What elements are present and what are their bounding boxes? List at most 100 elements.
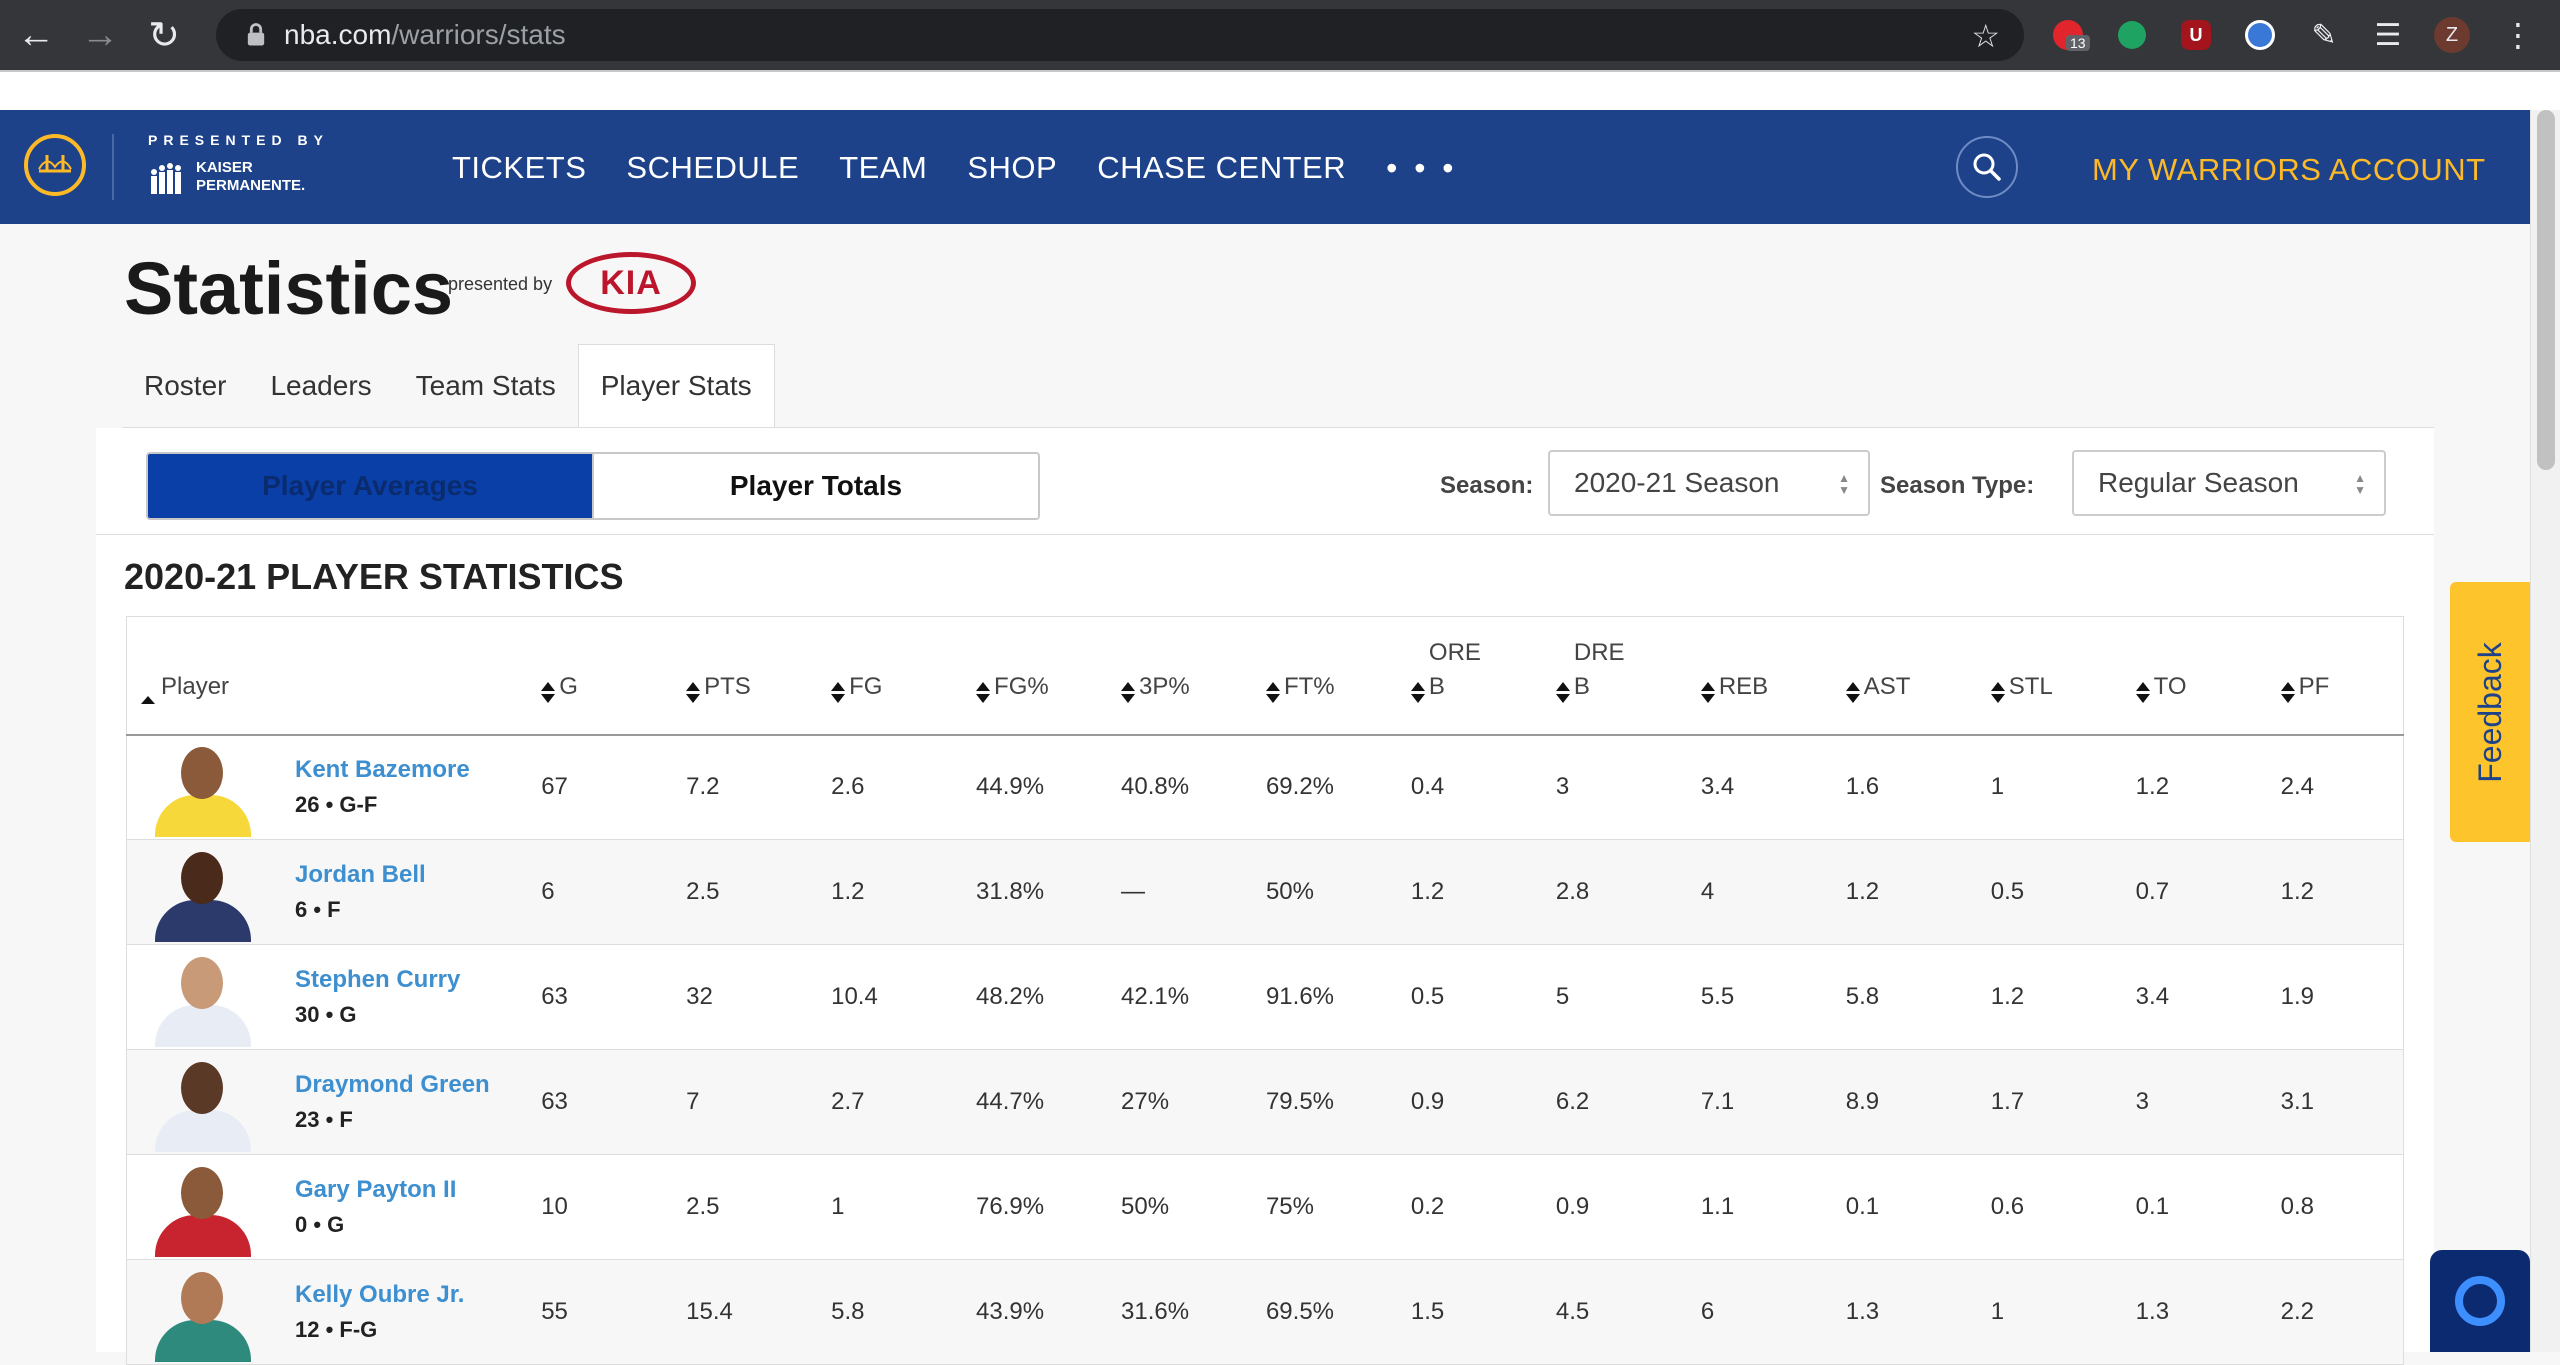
stat-cell-3p-pct: 50% — [1115, 1154, 1260, 1260]
stat-cell-dreb: 4.5 — [1549, 1259, 1695, 1365]
column-header-pf[interactable]: PF — [2274, 616, 2404, 736]
table-header-row: Player G PTS FG FG% 3P% FT% ORE B DRE B REB AST STL… — [126, 616, 2404, 736]
stat-cell-oreb: 1.5 — [1404, 1259, 1550, 1365]
sort-icon — [686, 681, 701, 704]
column-label: FG% — [994, 672, 1049, 700]
media-queue-icon[interactable]: ☰ — [2370, 17, 2406, 53]
site-header: PRESENTED BY KAISER PERMANENTE. TICKETS S… — [0, 110, 2530, 224]
player-number-position: 26 • G-F — [295, 792, 378, 818]
sort-icon — [1845, 681, 1860, 704]
address-bar[interactable]: nba.com/warriors/stats ☆ — [216, 9, 2024, 61]
column-header-pts[interactable]: PTS — [680, 616, 826, 736]
stat-cell-3p-pct: 27% — [1115, 1049, 1260, 1155]
player-number-position: 6 • F — [295, 897, 341, 922]
column-header-fg-pct[interactable]: FG% — [970, 616, 1115, 736]
forward-icon[interactable]: → — [72, 7, 128, 63]
feedback-tab[interactable]: Feedback — [2450, 582, 2530, 842]
stat-cell-ast: 8.9 — [1839, 1049, 1985, 1155]
reload-icon[interactable]: ↻ — [136, 7, 192, 63]
player-totals-button[interactable]: Player Totals — [592, 454, 1038, 518]
player-headshot[interactable] — [147, 842, 257, 942]
player-headshot[interactable] — [147, 1262, 257, 1362]
player-headshot[interactable] — [147, 1052, 257, 1152]
player-headshot[interactable] — [147, 947, 257, 1047]
browser-toolbar: ← → ↻ nba.com/warriors/stats ☆ 13 U ✎ ☰ … — [0, 0, 2560, 70]
scrollbar-thumb[interactable] — [2537, 110, 2555, 470]
column-header-fg[interactable]: FG — [825, 616, 971, 736]
column-header-player[interactable]: Player — [126, 616, 536, 736]
player-number-position: 0 • G — [295, 1212, 345, 1237]
stat-cell-fg-pct: 31.8% — [970, 839, 1115, 945]
stat-cell-stl: 1 — [1984, 734, 2130, 840]
player-averages-button[interactable]: Player Averages — [148, 454, 592, 518]
extensions-puzzle-icon[interactable]: ✎ — [2306, 17, 2342, 53]
column-label: REB — [1718, 672, 1769, 700]
column-header-reb[interactable]: REB — [1694, 616, 1840, 736]
column-header-dreb[interactable]: DRE B — [1549, 616, 1695, 736]
column-header-3p-pct[interactable]: 3P% — [1115, 616, 1260, 736]
tab-leaders[interactable]: Leaders — [248, 344, 393, 428]
player-name-link[interactable]: Jordan Bell — [295, 861, 426, 889]
table-row: Kent Bazemore 26 • G-F 67 7.2 2.6 44.9% 40.8% 6… — [126, 734, 2404, 840]
player-name-link[interactable]: Stephen Curry — [295, 966, 460, 994]
stat-cell-pf: 0.8 — [2274, 1154, 2404, 1260]
player-headshot[interactable] — [147, 1157, 257, 1257]
stat-cell-to: 3.4 — [2129, 944, 2275, 1050]
stat-cell-ast: 1.2 — [1839, 839, 1985, 945]
browser-menu-icon[interactable]: ⋮ — [2500, 17, 2536, 53]
player-cell: Kelly Oubre Jr. 12 • F-G — [126, 1259, 536, 1365]
tab-player-stats[interactable]: Player Stats — [577, 344, 775, 428]
section-title: 2020-21 PLAYER STATISTICS — [124, 556, 624, 597]
table-row: Kelly Oubre Jr. 12 • F-G 55 15.4 5.8 43.9% 31.… — [126, 1259, 2404, 1365]
stat-cell-g: 10 — [535, 1154, 681, 1260]
kaiser-permanente-logo[interactable]: KAISER PERMANENTE. — [148, 158, 305, 196]
nav-schedule[interactable]: SCHEDULE — [626, 150, 799, 187]
player-name-link[interactable]: Kelly Oubre Jr. — [295, 1281, 464, 1309]
chat-widget-button[interactable] — [2430, 1250, 2530, 1352]
tab-roster[interactable]: Roster — [122, 344, 248, 428]
player-name-link[interactable]: Draymond Green — [295, 1071, 490, 1099]
extension-red-icon[interactable]: 13 — [2050, 17, 2090, 53]
warriors-logo[interactable] — [24, 134, 86, 196]
column-label: DRE B — [1573, 638, 1625, 700]
nav-team[interactable]: TEAM — [839, 150, 927, 187]
stat-cell-ast: 0.1 — [1839, 1154, 1985, 1260]
stat-cell-fg: 2.6 — [825, 734, 971, 840]
column-header-ft-pct[interactable]: FT% — [1259, 616, 1405, 736]
profile-avatar[interactable]: Z — [2434, 17, 2470, 53]
extension-blocker-icon[interactable] — [2242, 17, 2278, 53]
nav-shop[interactable]: SHOP — [967, 150, 1057, 187]
sort-icon — [1990, 681, 2005, 704]
player-name-link[interactable]: Gary Payton II — [295, 1176, 456, 1204]
page-scrollbar[interactable] — [2530, 110, 2560, 1352]
stat-cell-to: 1.2 — [2129, 734, 2275, 840]
kia-logo[interactable]: KIA — [566, 252, 696, 314]
ublock-icon[interactable]: U — [2178, 17, 2214, 53]
stat-cell-reb: 6 — [1694, 1259, 1840, 1365]
player-cell: Gary Payton II 0 • G — [126, 1154, 536, 1260]
stat-cell-oreb: 0.4 — [1404, 734, 1550, 840]
stat-cell-oreb: 0.9 — [1404, 1049, 1550, 1155]
extension-green-icon[interactable] — [2114, 17, 2150, 53]
season-type-select[interactable]: Regular Season ▲ ▼ — [2072, 450, 2386, 516]
my-account-link[interactable]: MY WARRIORS ACCOUNT — [2092, 152, 2486, 188]
back-icon[interactable]: ← — [8, 7, 64, 63]
stat-cell-pf: 1.9 — [2274, 944, 2404, 1050]
nav-chase-center[interactable]: CHASE CENTER — [1097, 150, 1346, 187]
tab-team-stats[interactable]: Team Stats — [394, 344, 578, 428]
nav-more[interactable]: • • • — [1386, 150, 1457, 187]
search-button[interactable] — [1956, 136, 2018, 198]
player-headshot[interactable] — [147, 737, 257, 838]
column-header-ast[interactable]: AST — [1839, 616, 1985, 736]
bookmark-star-icon[interactable]: ☆ — [1971, 17, 2000, 55]
column-header-to[interactable]: TO — [2129, 616, 2275, 736]
nav-tickets[interactable]: TICKETS — [452, 150, 586, 187]
page-title: Statistics — [124, 247, 454, 330]
stat-cell-ft-pct: 79.5% — [1259, 1049, 1405, 1155]
column-header-oreb[interactable]: ORE B — [1404, 616, 1550, 736]
column-header-g[interactable]: G — [535, 616, 681, 736]
column-header-stl[interactable]: STL — [1984, 616, 2130, 736]
season-select[interactable]: 2020-21 Season ▲ ▼ — [1548, 450, 1870, 516]
stat-cell-3p-pct: 40.8% — [1115, 734, 1260, 840]
player-name-link[interactable]: Kent Bazemore — [295, 756, 470, 784]
